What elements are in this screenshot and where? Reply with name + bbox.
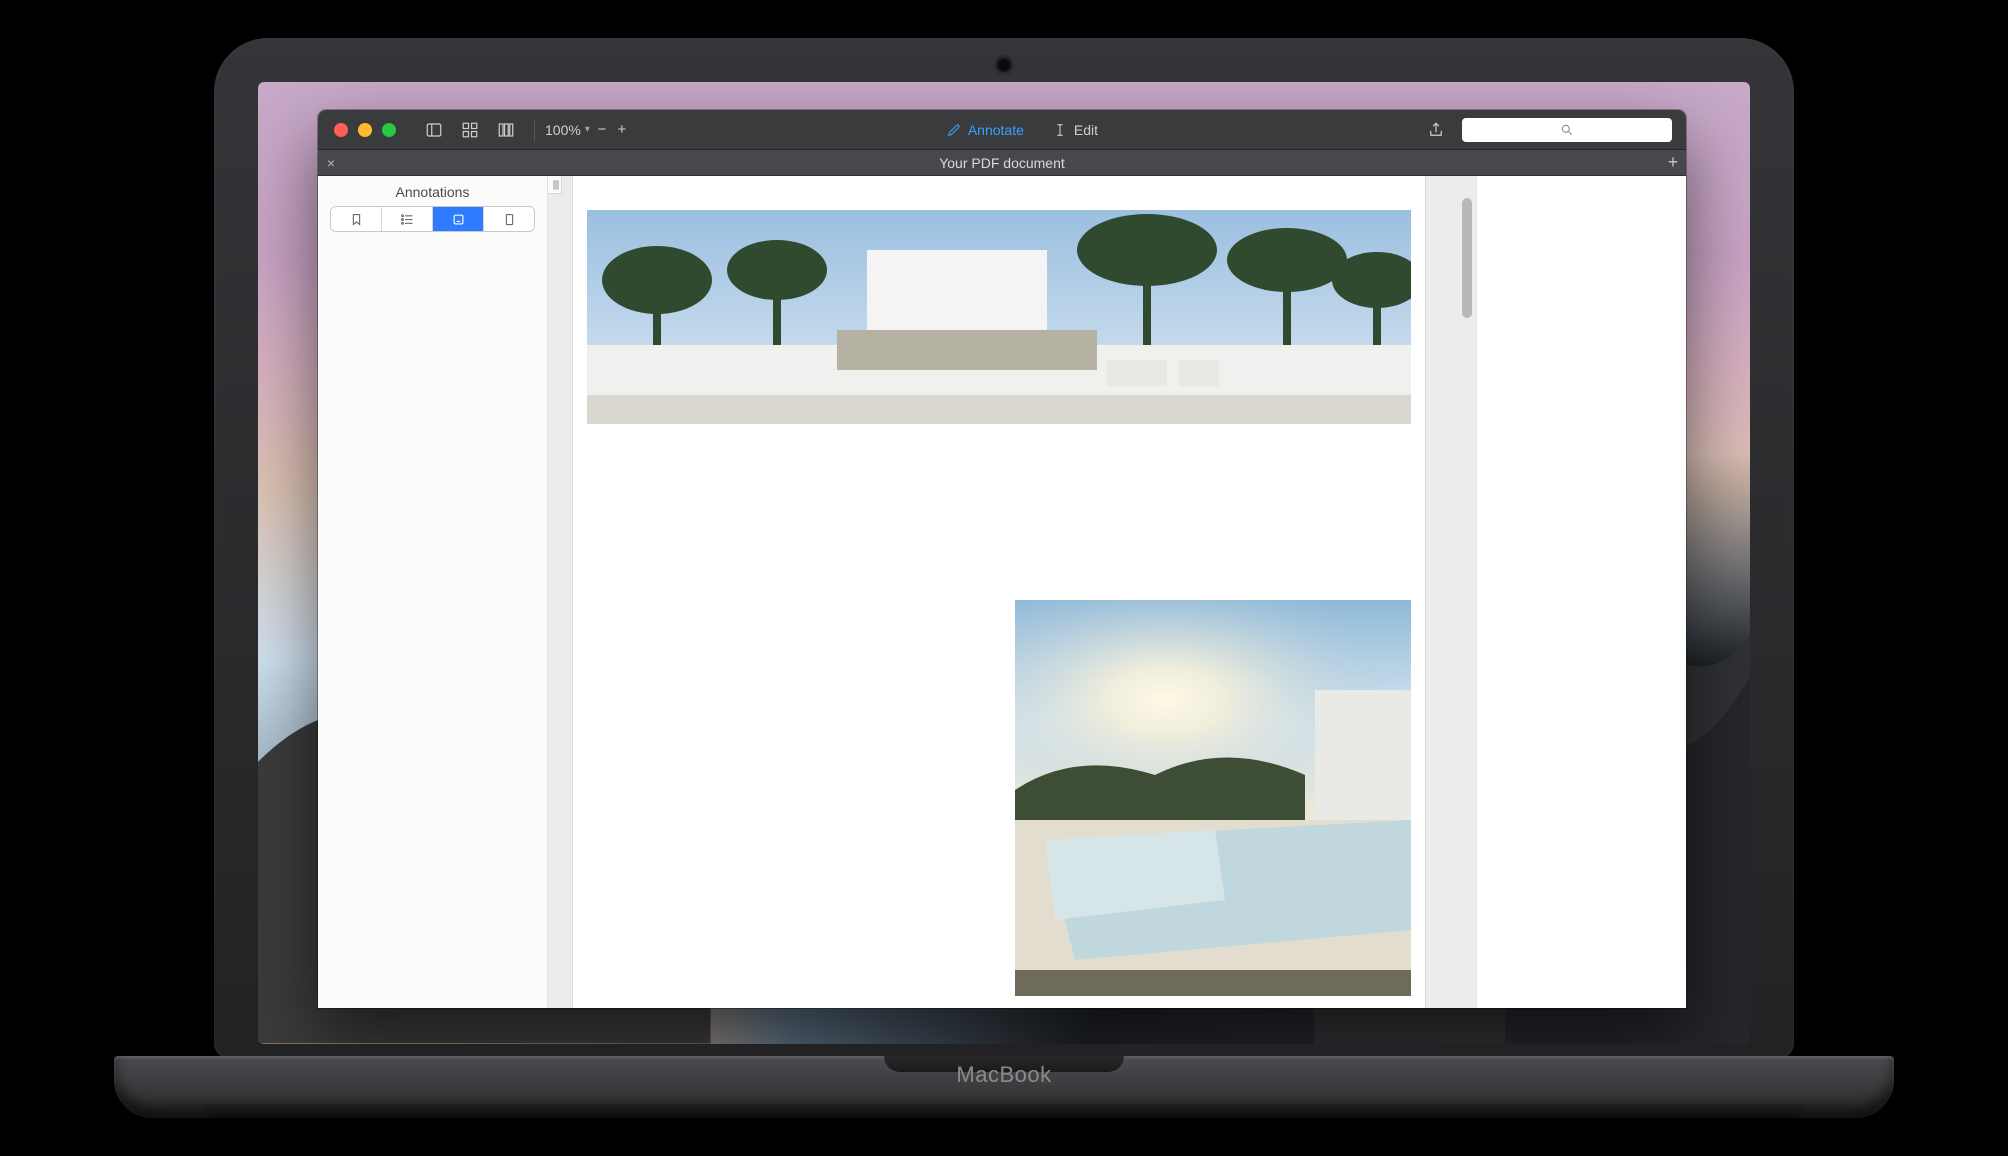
view-controls	[412, 118, 528, 142]
zoom-in-button[interactable]: +	[614, 121, 630, 138]
chevron-down-icon: ▾	[585, 124, 590, 135]
share-button[interactable]	[1424, 118, 1448, 142]
pdf-app-window: 100% ▾ − + Annotate Edit	[318, 110, 1686, 1008]
sidebar-seg-outline[interactable]	[382, 207, 433, 231]
right-blank-panel	[1476, 176, 1686, 1008]
page-image-1	[587, 210, 1411, 424]
edit-label: Edit	[1074, 122, 1098, 138]
toolbar-divider	[534, 119, 535, 141]
page-image-2	[1015, 600, 1411, 996]
document-tab-title[interactable]: Your PDF document	[344, 155, 1660, 171]
laptop-frame: 100% ▾ − + Annotate Edit	[114, 38, 1894, 1118]
edit-mode-button[interactable]: Edit	[1052, 122, 1098, 138]
sidebar-segmented-control	[330, 206, 535, 232]
search-input[interactable]	[1462, 118, 1672, 142]
laptop-brand-label: MacBook	[956, 1062, 1051, 1088]
laptop-foot	[203, 1104, 1805, 1118]
list-icon	[400, 212, 415, 227]
bookmark-icon	[349, 212, 364, 227]
thumbnails-icon[interactable]	[458, 118, 482, 142]
app-body: Annotations	[318, 176, 1686, 1008]
mode-switch: Annotate Edit	[634, 122, 1410, 138]
pencil-icon	[946, 122, 962, 138]
window-minimize-button[interactable]	[358, 123, 372, 137]
display: 100% ▾ − + Annotate Edit	[258, 82, 1750, 1044]
window-close-button[interactable]	[334, 123, 348, 137]
vertical-scrollbar[interactable]	[1456, 176, 1476, 1008]
zoom-control[interactable]: 100% ▾ − +	[541, 121, 634, 138]
toolbar-right	[1410, 118, 1686, 142]
share-icon	[1427, 121, 1445, 139]
text-cursor-icon	[1052, 122, 1068, 138]
split-handle[interactable]	[548, 176, 562, 194]
search-icon	[1560, 123, 1574, 137]
annotate-mode-button[interactable]: Annotate	[946, 122, 1024, 138]
contact-sheet-icon[interactable]	[494, 118, 518, 142]
annotation-icon	[451, 212, 466, 227]
tab-close-button[interactable]: ×	[318, 155, 344, 171]
toolbar: 100% ▾ − + Annotate Edit	[318, 110, 1686, 150]
scrollbar-thumb[interactable]	[1462, 198, 1472, 318]
window-zoom-button[interactable]	[382, 123, 396, 137]
tab-bar: × Your PDF document +	[318, 150, 1686, 176]
webcam	[997, 58, 1011, 72]
sidebar-seg-thumbnails[interactable]	[484, 207, 534, 231]
sidebar-panel-title: Annotations	[318, 176, 547, 206]
new-tab-button[interactable]: +	[1660, 152, 1686, 173]
sidebar-seg-bookmarks[interactable]	[331, 207, 382, 231]
laptop-base: MacBook	[114, 1056, 1894, 1118]
sidebar: Annotations	[318, 176, 548, 1008]
window-controls	[318, 123, 412, 137]
page-icon	[502, 212, 517, 227]
document-page	[572, 176, 1426, 1008]
sidebar-toggle-icon[interactable]	[422, 118, 446, 142]
zoom-level-label: 100%	[545, 122, 581, 138]
zoom-out-button[interactable]: −	[594, 121, 610, 138]
sidebar-seg-annotations[interactable]	[433, 207, 484, 231]
laptop-lid: 100% ▾ − + Annotate Edit	[214, 38, 1794, 1058]
document-canvas[interactable]	[548, 176, 1476, 1008]
annotate-label: Annotate	[968, 122, 1024, 138]
